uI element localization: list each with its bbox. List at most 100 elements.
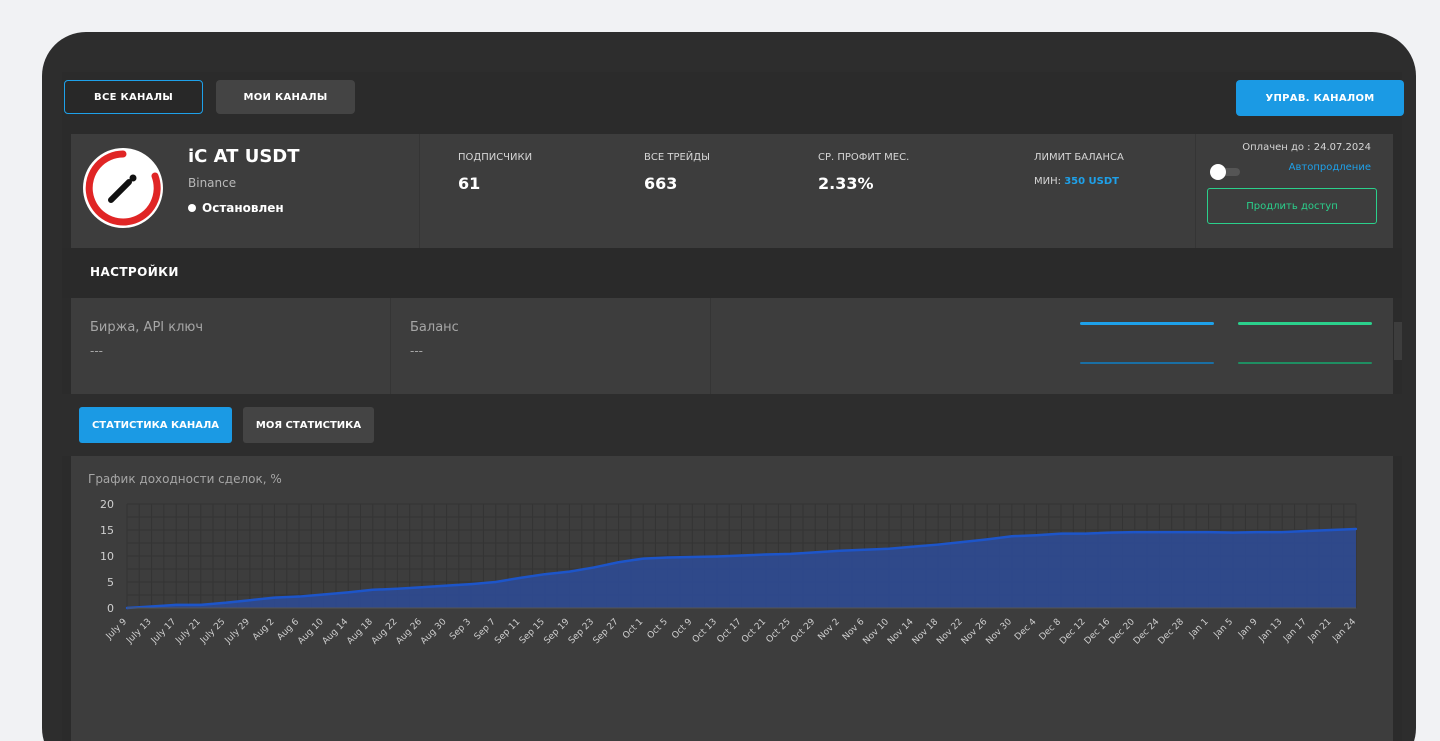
data-point [789,552,792,556]
balance-value: --- [410,344,423,358]
data-point [248,599,252,602]
x-tick-label: Sep 19 [542,617,571,646]
data-point [863,548,866,551]
data-point [1330,528,1333,532]
x-tick-label: Dec 12 [1058,617,1088,647]
data-point [519,576,522,580]
trades-label: ВСЕ ТРЕЙДЫ [644,152,710,163]
x-tick-label: Aug 2 [251,617,277,643]
profit-value: 2.33% [818,174,874,193]
data-point [1305,529,1309,533]
x-tick-label: Nov 22 [935,617,965,647]
limit-amount: 350 USDT [1064,176,1119,187]
settings-panel: Биржа, API ключ --- Баланс --- [71,298,1393,394]
y-tick-label: 0 [107,602,114,615]
autorenew-toggle[interactable] [1210,164,1244,180]
y-tick-label: 5 [107,576,114,589]
x-tick-label: Jan 1 [1187,617,1211,641]
green-underline [1238,362,1372,364]
data-point [641,557,645,560]
blue-underline [1080,362,1214,364]
y-tick-label: 10 [100,550,114,563]
x-tick-label: Oct 1 [621,617,645,641]
data-point [691,555,694,559]
data-point [764,553,768,556]
settings-title: НАСТРОЙКИ [90,265,179,279]
data-point [1158,530,1161,534]
settings-header: НАСТРОЙКИ [62,248,1402,298]
tab-all-channels[interactable]: ВСЕ КАНАЛЫ [64,80,203,114]
data-point [543,573,547,576]
divider [419,134,420,248]
x-tick-label: Oct 5 [646,617,670,641]
data-point [961,540,964,544]
y-tick-label: 20 [100,498,114,511]
balance-limit-value: МИН: 350 USDT [1034,176,1119,187]
x-tick-label: July 21 [174,617,203,646]
x-tick-label: July 25 [198,617,227,646]
status-badge: Остановлен [188,201,284,215]
x-tick-label: July 29 [223,617,253,647]
manage-channel-button[interactable]: УПРАВ. КАНАЛОМ [1236,80,1404,116]
blue-action-line[interactable] [1080,322,1214,325]
x-tick-label: Nov 10 [861,617,891,647]
autorenew-label[interactable]: Автопродление [1289,162,1371,173]
x-tick-label: Jan 24 [1330,617,1358,645]
x-tick-label: Dec 28 [1157,617,1187,647]
x-tick-label: Nov 26 [960,617,990,647]
x-tick-label: Jan 21 [1306,617,1334,645]
data-point [1059,532,1063,535]
data-point [420,586,424,589]
data-point [297,595,301,598]
divider [390,298,391,394]
x-tick-label: Dec 16 [1083,617,1113,647]
data-point [224,601,227,604]
x-tick-label: Nov 2 [816,617,842,643]
exchange-api-label: Биржа, API ключ [90,320,204,335]
data-point [445,584,448,587]
data-point [592,566,596,569]
x-tick-label: Aug 18 [345,617,375,647]
tab-my-channels[interactable]: МОИ КАНАЛЫ [216,80,355,114]
data-point [1109,531,1112,534]
data-point [814,551,817,554]
tab-channel-stats[interactable]: СТАТИСТИКА КАНАЛА [79,407,232,443]
status-dot-icon [188,204,196,212]
data-point [1207,530,1210,534]
data-point [347,591,350,594]
data-point [494,580,497,584]
chart-title: График доходности сделок, % [88,472,282,486]
x-tick-label: Sep 23 [567,617,596,646]
data-point [568,570,571,573]
x-tick-label: Aug 10 [296,617,326,647]
data-point [1084,532,1087,535]
x-tick-label: Jan 17 [1281,617,1309,645]
x-tick-label: July 13 [124,617,153,646]
data-point [1256,530,1259,534]
data-point [273,596,276,599]
chart-panel: График доходности сделок, % 0 5 10 15 20 July… [71,456,1393,741]
x-tick-label: Sep 15 [518,617,547,646]
data-point [199,603,202,607]
data-point [1182,530,1186,534]
data-point [936,543,940,546]
data-point [371,588,374,591]
x-tick-label: Aug 30 [419,617,449,647]
exchange-api-value[interactable]: --- [90,344,103,358]
x-tick-label: Nov 18 [911,617,941,647]
device-frame: ВСЕ КАНАЛЫ МОИ КАНАЛЫ УПРАВ. КАНАЛОМ iC … [42,32,1416,741]
x-tick-label: July 17 [149,617,178,646]
tab-my-stats[interactable]: МОЯ СТАТИСТИКА [243,407,374,443]
data-point [1035,534,1038,537]
green-action-line[interactable] [1238,322,1372,325]
x-tick-label: Nov 14 [886,617,916,647]
x-tick-label: Oct 29 [789,617,817,645]
x-tick-label: Oct 13 [691,617,719,645]
extend-access-button[interactable]: Продлить доступ [1207,188,1377,224]
x-tick-label: Jan 5 [1212,617,1236,641]
x-tick-label: Oct 17 [715,617,743,645]
data-point [469,582,473,586]
channel-exchange: Binance [188,176,237,190]
data-point [986,538,989,541]
x-tick-label: Dec 24 [1132,617,1162,647]
